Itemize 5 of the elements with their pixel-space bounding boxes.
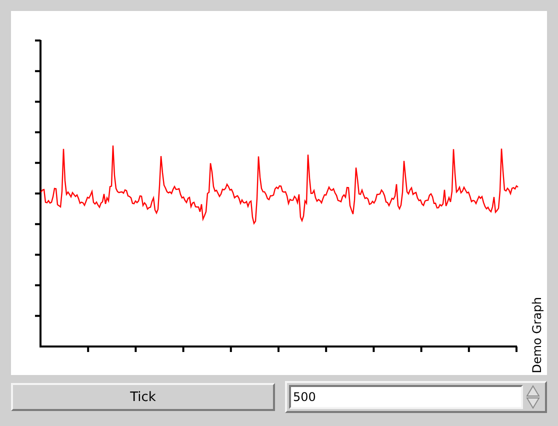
graph-title: Demo Graph: [530, 296, 544, 373]
spin-up-icon[interactable]: [526, 385, 540, 397]
spin-down-icon[interactable]: [526, 397, 540, 409]
tick-button[interactable]: Tick: [11, 383, 275, 411]
number-field[interactable]: 500: [289, 385, 523, 409]
